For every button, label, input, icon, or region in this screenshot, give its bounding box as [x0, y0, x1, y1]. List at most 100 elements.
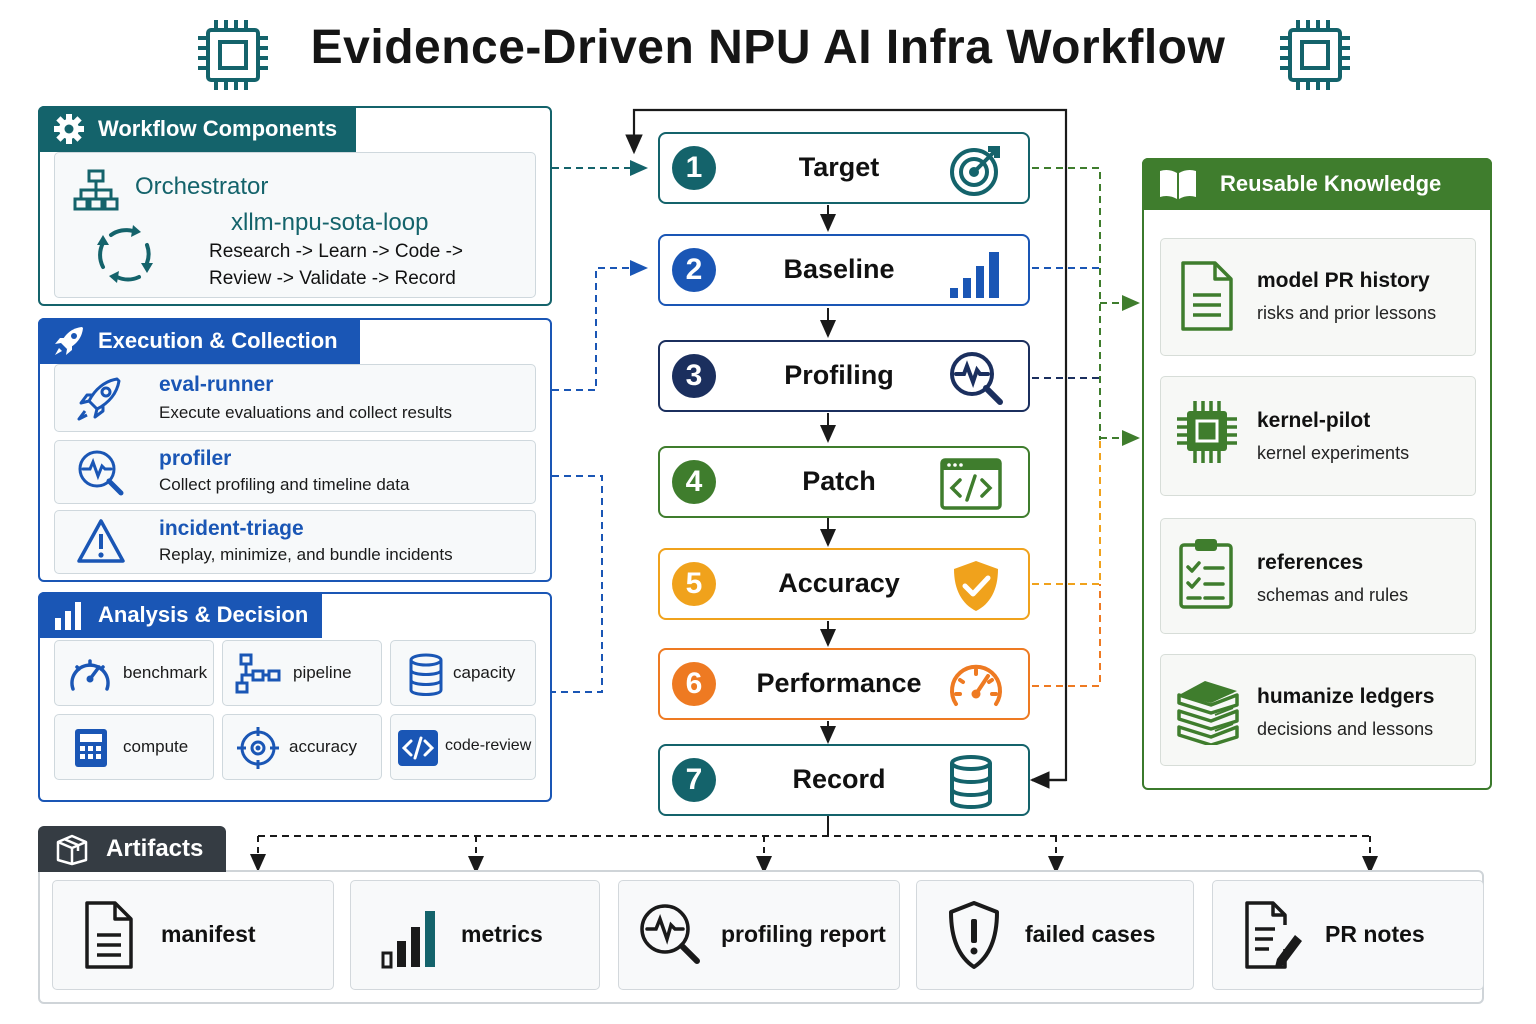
tool-pipeline[interactable]: pipeline	[222, 640, 382, 706]
knowledge-item-kernel-pilot[interactable]: kernel-pilot kernel experiments	[1160, 376, 1476, 496]
step-number: 5	[672, 562, 716, 606]
calculator-icon	[75, 729, 107, 767]
knowledge-title: kernel-pilot	[1257, 409, 1371, 432]
tool-card-incident-triage[interactable]: incident-triage Replay, minimize, and bu…	[54, 510, 536, 574]
tool-label: capacity	[453, 663, 516, 682]
execution-header: Execution & Collection	[38, 318, 360, 364]
artifact-label: metrics	[461, 921, 543, 947]
step-number: 6	[672, 662, 716, 706]
document-pen-icon	[1245, 901, 1302, 969]
orchestrator-label: Orchestrator	[135, 173, 269, 200]
step-number: 3	[672, 354, 716, 398]
tool-accuracy[interactable]: accuracy	[222, 714, 382, 780]
artifact-metrics[interactable]: metrics	[350, 880, 600, 990]
knowledge-item-references[interactable]: references schemas and rules	[1160, 518, 1476, 634]
step-label: Target	[798, 152, 880, 182]
hierarchy-icon	[73, 169, 119, 211]
bar-chart-icon	[381, 911, 435, 969]
rocket-icon	[77, 377, 121, 421]
artifacts-header: Artifacts	[38, 826, 226, 872]
step-label: Performance	[756, 668, 922, 698]
tool-name: incident-triage	[159, 517, 304, 540]
knowledge-item-model-pr-history[interactable]: model PR history risks and prior lessons	[1160, 238, 1476, 356]
knowledge-subtitle: decisions and lessons	[1257, 719, 1434, 739]
tool-card-eval-runner[interactable]: eval-runner Execute evaluations and coll…	[54, 364, 536, 432]
books-icon	[1177, 681, 1239, 745]
step-label: Baseline	[783, 254, 895, 284]
knowledge-subtitle: kernel experiments	[1257, 443, 1410, 463]
step-accuracy[interactable]: 5 Accuracy	[658, 548, 1030, 620]
tool-benchmark[interactable]: benchmark	[54, 640, 214, 706]
step-number: 4	[672, 460, 716, 504]
step-patch[interactable]: 4 Patch	[658, 446, 1030, 518]
tool-description: Execute evaluations and collect results	[159, 403, 452, 422]
chip-icon	[1177, 401, 1237, 463]
tool-compute[interactable]: compute	[54, 714, 214, 780]
knowledge-title: references	[1257, 551, 1364, 574]
shield-check-icon	[954, 561, 998, 611]
target-icon	[950, 146, 1000, 196]
pulse-magnifier-icon	[78, 450, 124, 496]
bar-chart-icon	[55, 602, 81, 630]
crosshair-icon	[237, 727, 279, 769]
step-target[interactable]: 1 Target	[658, 132, 1030, 204]
rocket-icon	[55, 327, 83, 355]
pulse-magnifier-icon	[950, 352, 1003, 405]
step-profiling[interactable]: 3 Profiling	[658, 340, 1030, 412]
artifact-label: PR notes	[1325, 921, 1425, 947]
step-record[interactable]: 7 Record	[658, 744, 1030, 816]
tool-label: accuracy	[289, 737, 358, 756]
tool-description: Replay, minimize, and bundle incidents	[159, 545, 453, 564]
knowledge-header: Reusable Knowledge	[1142, 158, 1492, 210]
open-book-icon	[1160, 169, 1196, 199]
artifact-failed-cases[interactable]: failed cases	[916, 880, 1194, 990]
execution-panel: Execution & Collection eval-runner Execu…	[38, 318, 552, 582]
refresh-cycle-icon	[97, 225, 153, 283]
knowledge-subtitle: schemas and rules	[1257, 585, 1409, 605]
database-icon	[409, 653, 443, 696]
code-icon	[398, 730, 438, 766]
loop-name: xllm-npu-sota-loop	[231, 209, 429, 236]
shield-alert-icon	[949, 901, 999, 969]
knowledge-title: humanize ledgers	[1257, 685, 1435, 708]
workflow-components-header: Workflow Components	[38, 106, 356, 152]
tool-card-profiler[interactable]: profiler Collect profiling and timeline …	[54, 440, 536, 504]
warning-icon	[77, 519, 125, 563]
tool-label: pipeline	[293, 663, 352, 682]
loop-steps-line2: Review -> Validate -> Record	[209, 268, 456, 289]
pulse-magnifier-icon	[640, 904, 700, 964]
tool-name: profiler	[159, 447, 232, 470]
gauge-icon	[70, 659, 110, 691]
step-performance[interactable]: 6 Performance	[658, 648, 1030, 720]
knowledge-subtitle: risks and prior lessons	[1257, 303, 1437, 323]
knowledge-item-humanize-ledgers[interactable]: humanize ledgers decisions and lessons	[1160, 654, 1476, 766]
artifact-manifest[interactable]: manifest	[52, 880, 334, 990]
chip-icon	[1280, 20, 1350, 90]
panel-title: Reusable Knowledge	[1220, 171, 1442, 196]
document-icon	[85, 901, 133, 969]
step-baseline[interactable]: 2 Baseline	[658, 234, 1030, 306]
step-label: Record	[792, 764, 886, 794]
workflow-components-panel: Workflow Components Orchestrator xllm-np…	[38, 106, 552, 306]
step-number: 2	[672, 248, 716, 292]
panel-title: Workflow Components	[98, 116, 338, 141]
tool-code-review[interactable]: code-review	[390, 714, 536, 780]
tool-label: compute	[123, 737, 189, 756]
artifact-pr-notes[interactable]: PR notes	[1212, 880, 1484, 990]
tool-label: benchmark	[123, 663, 208, 682]
artifact-profiling-report[interactable]: profiling report	[618, 880, 900, 990]
step-number: 1	[672, 146, 716, 190]
gear-icon	[54, 114, 84, 144]
step-label: Patch	[802, 466, 876, 496]
tool-name: eval-runner	[159, 373, 274, 396]
tool-capacity[interactable]: capacity	[390, 640, 536, 706]
orchestrator-box: Orchestrator xllm-npu-sota-loop Research…	[54, 152, 536, 298]
database-icon	[950, 755, 992, 809]
bar-chart-icon	[950, 252, 999, 298]
document-icon	[1181, 261, 1233, 331]
speedometer-icon	[950, 664, 1002, 706]
code-window-icon	[940, 458, 1002, 510]
package-icon	[56, 834, 88, 866]
panel-title: Artifacts	[106, 835, 204, 862]
panel-title: Analysis & Decision	[98, 602, 309, 627]
